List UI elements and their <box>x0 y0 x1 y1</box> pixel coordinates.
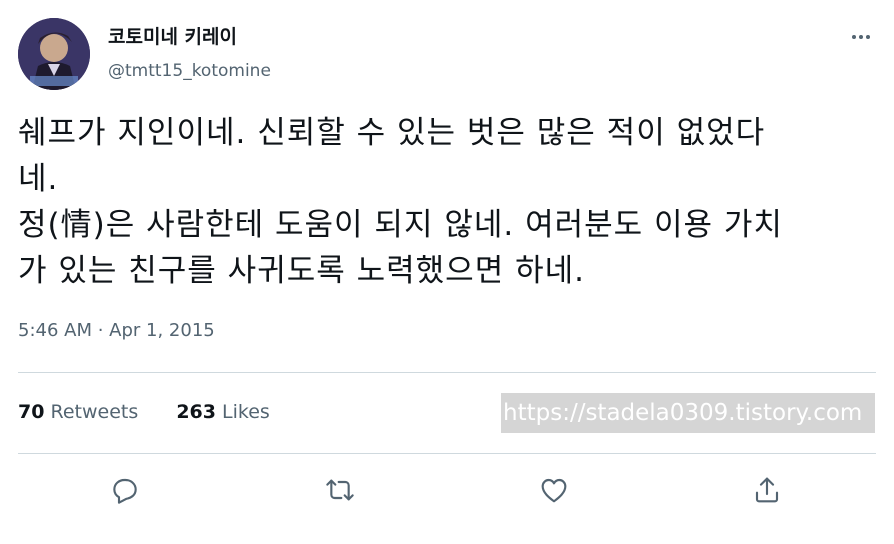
tweet-timestamp[interactable]: 5:46 AM · Apr 1, 2015 <box>18 318 215 344</box>
tweet-header: 코토미네 키레이 @tmtt15_kotomine <box>18 18 876 90</box>
retweets-label: Retweets <box>50 401 139 423</box>
engagement-stats: 70 Retweets 263 Likes <box>18 398 302 426</box>
retweets-stat[interactable]: 70 Retweets <box>18 398 138 426</box>
share-button[interactable] <box>745 468 789 512</box>
tweet-text-line: 가 있는 친구를 사귀도록 노력했으면 하네. <box>18 253 585 289</box>
tweet-text-line: 쉐프가 지인이네. 신뢰할 수 있는 벗은 많은 적이 없었다 <box>18 115 766 151</box>
retweet-icon <box>326 479 354 501</box>
more-horizontal-icon <box>852 35 870 39</box>
display-name[interactable]: 코토미네 키레이 <box>108 24 237 50</box>
more-options-button[interactable] <box>846 22 876 52</box>
avatar-image <box>18 18 90 90</box>
tweet-text-line: 네. <box>18 161 59 197</box>
likes-label: Likes <box>222 401 270 423</box>
likes-stat[interactable]: 263 Likes <box>176 398 270 426</box>
retweet-button[interactable] <box>318 468 362 512</box>
reply-button[interactable] <box>103 468 147 512</box>
divider <box>18 453 876 454</box>
tweet-text-line: 정(情)은 사람한테 도움이 되지 않네. 여러분도 이용 가치 <box>18 207 783 243</box>
avatar[interactable] <box>18 18 90 90</box>
tweet-text: 쉐프가 지인이네. 신뢰할 수 있는 벗은 많은 적이 없었다 네. 정(情)은… <box>18 110 876 294</box>
tweet-actions <box>0 468 894 512</box>
watermark: https://stadela0309.tistory.com <box>501 393 875 433</box>
retweets-count: 70 <box>18 401 45 423</box>
user-handle[interactable]: @tmtt15_kotomine <box>108 60 271 82</box>
heart-icon <box>541 478 567 503</box>
divider <box>18 372 876 373</box>
likes-count: 263 <box>176 401 216 423</box>
like-button[interactable] <box>532 468 576 512</box>
share-icon <box>755 477 779 503</box>
reply-icon <box>113 478 137 504</box>
